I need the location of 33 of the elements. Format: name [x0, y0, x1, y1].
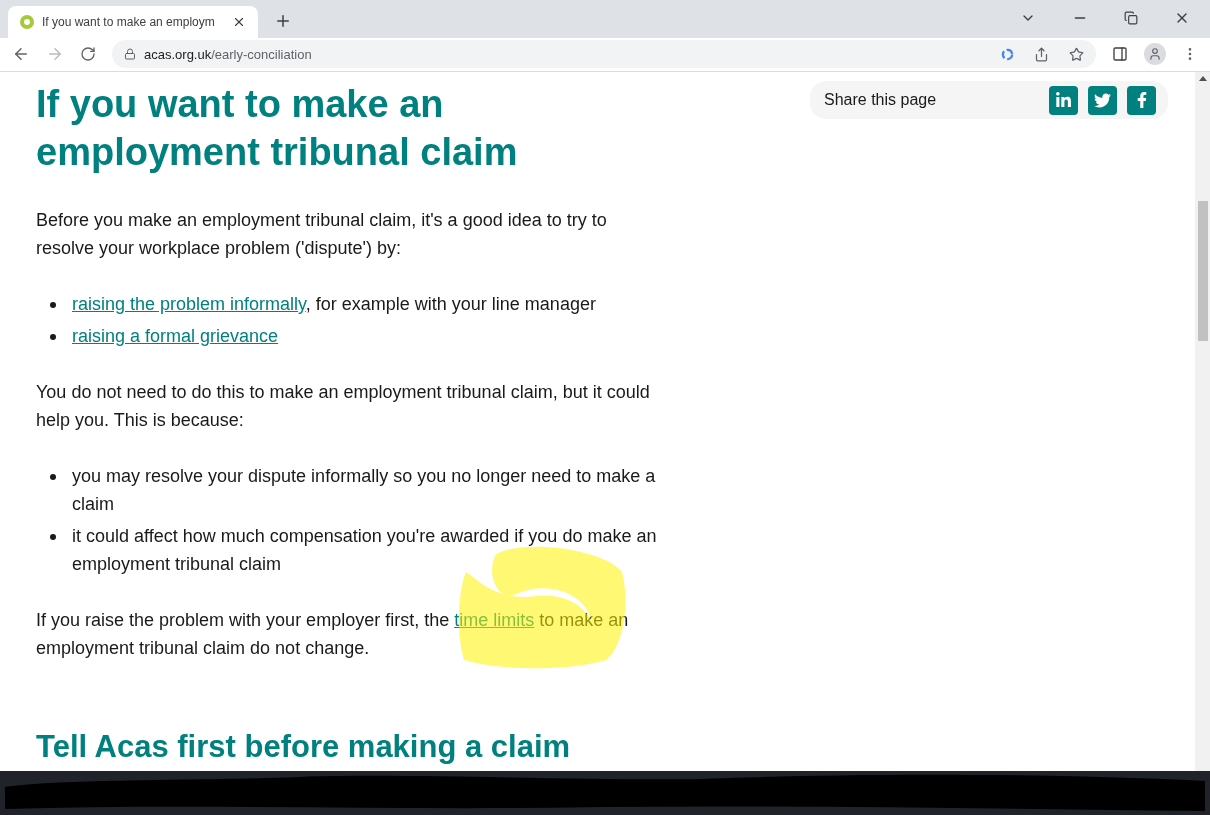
linkedin-icon: [1055, 91, 1072, 109]
scroll-up-icon[interactable]: [1198, 76, 1207, 82]
bullet-icon: [50, 534, 56, 541]
url-text: acas.org.uk/early-conciliation: [144, 45, 312, 64]
share-label: Share this page: [824, 90, 938, 111]
list-item-text: it could affect how much compensation you're awarded if you do make an employment tribunal claim: [72, 525, 658, 577]
bullet-icon: [50, 334, 56, 341]
reload-icon[interactable]: [80, 46, 96, 63]
lock-icon: [124, 48, 136, 61]
bookmark-icon[interactable]: [1069, 46, 1084, 62]
tab-title: If you want to make an employm: [42, 13, 216, 31]
twitter-share-button[interactable]: [1088, 85, 1117, 115]
browser-tab[interactable]: If you want to make an employm: [8, 5, 258, 38]
scrollbar[interactable]: [1195, 72, 1210, 771]
list-item-text: raising the problem informally, for example with your line manager: [72, 293, 596, 317]
side-panel-icon[interactable]: [1112, 46, 1128, 63]
linkedin-share-button[interactable]: [1049, 85, 1078, 115]
profile-avatar[interactable]: [1144, 43, 1166, 66]
bullet-icon: [50, 474, 56, 481]
scroll-thumb[interactable]: [1197, 201, 1208, 342]
paragraph: Before you make an employment tribunal claim, it's a good idea to try to resolve your workplace problem ('dispute') by:: [36, 209, 608, 261]
bird-icon: [1094, 91, 1111, 109]
share-icon[interactable]: [1034, 46, 1049, 62]
restore-icon[interactable]: [1124, 10, 1138, 25]
text-link[interactable]: raising the problem informally: [72, 294, 306, 315]
bullet-icon: [50, 302, 56, 309]
address-bar[interactable]: acas.org.uk/early-conciliation: [112, 40, 1096, 69]
paragraph: You do not need to do this to make an employment tribunal claim, but it could help you. This is because:: [36, 381, 651, 433]
text-link[interactable]: raising a formal grievance: [72, 326, 279, 347]
page-heading: If you want to make an employment tribunal claim: [36, 82, 519, 176]
site-logo-icon: [20, 14, 34, 29]
facebook-share-button[interactable]: [1127, 85, 1156, 115]
section-heading: Tell Acas first before making a claim: [36, 728, 572, 767]
